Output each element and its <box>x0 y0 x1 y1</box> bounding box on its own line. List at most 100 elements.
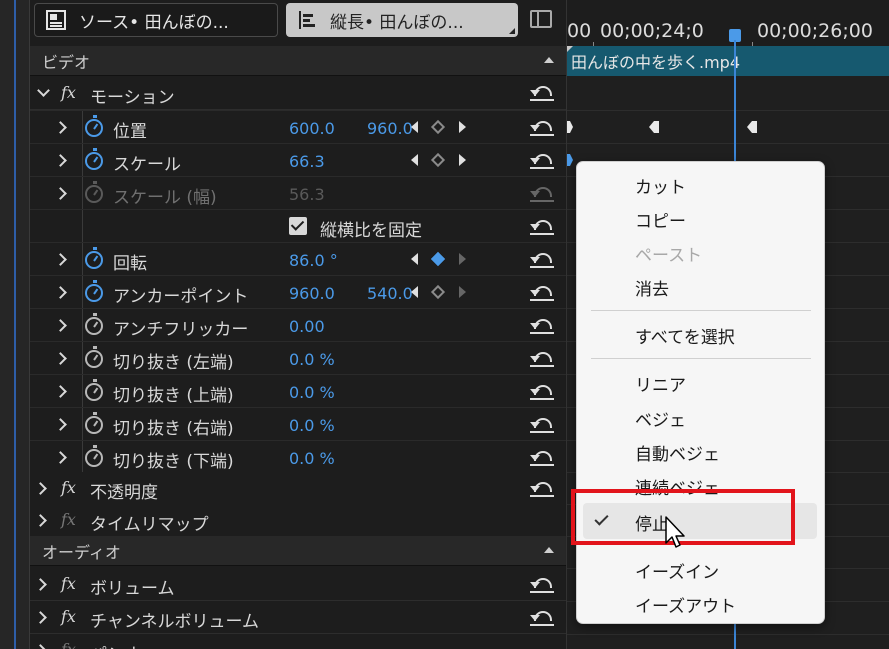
prev-keyframe-icon[interactable] <box>411 286 418 298</box>
next-keyframe-icon[interactable] <box>459 154 466 166</box>
effect-channel-volume-row[interactable]: fx チャンネルボリューム <box>30 601 566 634</box>
time-ruler[interactable]: 00 00;00;24;0 00;00;26;00 <box>567 0 889 46</box>
stopwatch-icon[interactable] <box>85 379 103 401</box>
chevron-right-icon[interactable] <box>54 154 67 167</box>
menu-item-select-all[interactable]: すべてを選択 <box>635 323 735 348</box>
tab-sequence[interactable]: 縦長• 田んぼの... <box>286 3 518 37</box>
effect-timeremap-row[interactable]: fx タイムリマップ <box>30 504 566 537</box>
keyframe-marker[interactable] <box>649 121 659 133</box>
tab-source[interactable]: ソース• 田んぼの... <box>34 3 278 37</box>
property-value[interactable]: 66.3 <box>289 152 325 171</box>
property-value[interactable]: 0.0 % <box>289 350 335 369</box>
property-value-y[interactable]: 960.0 <box>367 119 415 138</box>
chevron-right-icon[interactable] <box>34 644 47 649</box>
chevron-right-icon[interactable] <box>54 352 67 365</box>
effect-volume-row[interactable]: fx ボリューム <box>30 568 566 601</box>
stopwatch-icon[interactable] <box>85 115 103 137</box>
clip-bar[interactable]: 田んぼの中を歩く.mp4 <box>567 46 889 76</box>
keyframe-on-icon[interactable] <box>430 251 446 267</box>
uniform-scale-checkbox[interactable] <box>289 217 307 235</box>
menu-item-linear[interactable]: リニア <box>635 371 686 396</box>
menu-item-delete[interactable]: 消去 <box>635 275 669 300</box>
menu-item-bezier[interactable]: ベジェ <box>635 406 686 431</box>
reset-icon[interactable] <box>530 481 554 497</box>
fx-icon[interactable]: fx <box>61 607 76 626</box>
add-keyframe-icon[interactable] <box>430 152 446 168</box>
collapse-up-icon[interactable] <box>544 547 554 553</box>
stopwatch-icon[interactable] <box>85 346 103 368</box>
stopwatch-icon[interactable] <box>85 313 103 335</box>
reset-icon[interactable] <box>530 219 554 235</box>
reset-icon[interactable] <box>530 153 554 169</box>
reset-icon[interactable] <box>530 351 554 367</box>
chevron-right-icon[interactable] <box>54 385 67 398</box>
fx-icon[interactable]: fx <box>61 574 76 593</box>
chevron-right-icon[interactable] <box>34 514 47 527</box>
keyframe-marker[interactable] <box>567 121 573 133</box>
reset-icon[interactable] <box>530 120 554 136</box>
property-value-x[interactable]: 960.0 <box>289 284 335 303</box>
tab-sequence-label: 縦長• 田んぼの... <box>330 12 464 33</box>
reset-icon[interactable] <box>530 85 554 101</box>
reset-icon[interactable] <box>530 384 554 400</box>
menu-item-copy[interactable]: コピー <box>635 207 686 232</box>
video-section-header[interactable]: ビデオ <box>30 46 566 76</box>
property-label: 切り抜き (左端) <box>113 353 234 373</box>
property-value[interactable]: 86.0 ° <box>289 251 338 270</box>
chevron-right-icon[interactable] <box>54 253 67 266</box>
property-value[interactable]: 0.00 <box>289 317 325 336</box>
collapse-up-icon[interactable] <box>544 57 554 63</box>
effect-panner-row[interactable]: fx パンナー <box>30 634 566 649</box>
keyframe-marker[interactable] <box>567 154 573 166</box>
property-crop-top-row: 切り抜き (上端) 0.0 % <box>30 374 566 408</box>
timecode-left: 00 <box>567 20 592 42</box>
reset-icon[interactable] <box>530 610 554 626</box>
menu-item-ease-out[interactable]: イーズアウト <box>635 592 736 617</box>
chevron-right-icon[interactable] <box>34 611 47 624</box>
property-label: 切り抜き (右端) <box>113 419 234 439</box>
prev-keyframe-icon[interactable] <box>411 154 418 166</box>
stopwatch-icon[interactable] <box>85 247 103 269</box>
chevron-right-icon[interactable] <box>54 187 67 200</box>
stopwatch-icon[interactable] <box>85 412 103 434</box>
prev-keyframe-icon[interactable] <box>411 253 418 265</box>
fx-icon[interactable]: fx <box>61 478 76 497</box>
property-value[interactable]: 0.0 % <box>289 449 335 468</box>
effect-motion-row[interactable]: fx モーション <box>30 77 566 110</box>
fx-icon[interactable]: fx <box>61 83 76 102</box>
next-keyframe-icon[interactable] <box>459 121 466 133</box>
reset-icon[interactable] <box>530 450 554 466</box>
reset-icon[interactable] <box>530 252 554 268</box>
stopwatch-icon[interactable] <box>85 148 103 170</box>
property-value-y[interactable]: 540.0 <box>367 284 415 303</box>
keyframe-marker[interactable] <box>747 121 757 133</box>
chevron-right-icon[interactable] <box>54 319 67 332</box>
add-keyframe-icon[interactable] <box>430 119 446 135</box>
add-keyframe-icon[interactable] <box>430 284 446 300</box>
reset-icon[interactable] <box>530 318 554 334</box>
chevron-right-icon[interactable] <box>54 286 67 299</box>
prev-keyframe-icon[interactable] <box>411 121 418 133</box>
property-value[interactable]: 0.0 % <box>289 383 335 402</box>
chevron-right-icon[interactable] <box>54 418 67 431</box>
reset-icon[interactable] <box>530 577 554 593</box>
property-value-x[interactable]: 600.0 <box>289 119 335 138</box>
panel-toggle-icon[interactable] <box>530 10 552 28</box>
menu-item-auto-bezier[interactable]: 自動ベジェ <box>635 440 720 465</box>
audio-section-header[interactable]: オーディオ <box>30 536 566 566</box>
chevron-right-icon[interactable] <box>54 121 67 134</box>
reset-icon[interactable] <box>530 417 554 433</box>
reset-icon[interactable] <box>530 285 554 301</box>
chevron-down-icon[interactable] <box>37 84 50 97</box>
effect-opacity-row[interactable]: fx 不透明度 <box>30 472 566 505</box>
menu-item-cut[interactable]: カット <box>635 173 686 198</box>
property-value[interactable]: 0.0 % <box>289 416 335 435</box>
chevron-right-icon[interactable] <box>54 451 67 464</box>
panel-tabs: ソース• 田んぼの... 縦長• 田んぼの... <box>30 0 566 46</box>
stopwatch-icon[interactable] <box>85 445 103 467</box>
chevron-right-icon[interactable] <box>34 578 47 591</box>
menu-item-ease-in[interactable]: イーズイン <box>635 558 719 583</box>
property-label: 位置 <box>113 122 147 142</box>
stopwatch-icon[interactable] <box>85 280 103 302</box>
chevron-right-icon[interactable] <box>34 482 47 495</box>
